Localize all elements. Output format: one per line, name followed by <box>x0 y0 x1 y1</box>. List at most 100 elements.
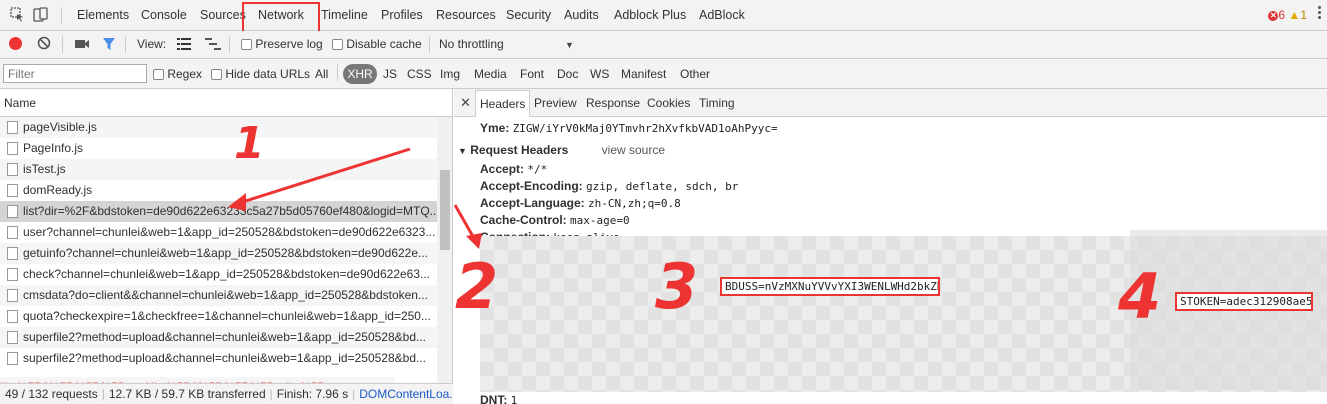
scrollbar-thumb[interactable] <box>440 170 450 250</box>
type-filter-all[interactable]: All <box>315 67 328 81</box>
header-row: Accept: */* <box>480 162 548 176</box>
request-row[interactable]: pageVisible.js <box>0 117 437 138</box>
request-rows: pageVisible.js PageInfo.js isTest.js domRea… <box>0 117 452 383</box>
request-row[interactable]: PageInfo.js <box>0 138 437 159</box>
type-filter-img[interactable]: Img <box>440 67 460 81</box>
error-icon: ✕ <box>1268 10 1279 21</box>
status-bar: 49 / 132 requests | 12.7 KB / 59.7 KB tran… <box>0 383 453 404</box>
tab-response[interactable]: Response <box>586 96 640 110</box>
request-row[interactable]: list?dir=%2F&bdstoken=de90d622e63233c5a2… <box>0 201 437 222</box>
file-icon <box>7 163 18 176</box>
device-mode-icon[interactable] <box>33 7 49 25</box>
tab-console[interactable]: Console <box>141 8 187 22</box>
waterfall-overview-icon[interactable] <box>205 38 221 53</box>
disclosure-triangle-icon: ▼ <box>458 146 467 156</box>
file-icon <box>7 142 18 155</box>
request-headers-section[interactable]: ▼ Request Headers view source <box>458 143 665 157</box>
preserve-log-toggle[interactable]: Preserve log <box>241 37 323 51</box>
preserve-log-checkbox[interactable] <box>241 39 252 51</box>
close-detail-icon[interactable]: ✕ <box>460 95 471 111</box>
tab-preview[interactable]: Preview <box>534 96 577 110</box>
filter-bar: Regex Hide data URLs All JS CSS Img Medi… <box>0 59 1327 89</box>
dom-content-loaded: DOMContentLoa... <box>359 387 453 401</box>
hide-data-urls-toggle[interactable]: Hide data URLs <box>211 67 310 81</box>
type-filter-doc[interactable]: Doc <box>557 67 578 81</box>
tab-adblock[interactable]: AdBlock <box>699 8 745 22</box>
tab-sources[interactable]: Sources <box>200 8 246 22</box>
request-row[interactable]: check?channel=chunlei&web=1&app_id=25052… <box>0 264 437 285</box>
tab-elements[interactable]: Elements <box>77 8 129 22</box>
type-filter-other[interactable]: Other <box>680 67 710 81</box>
tab-audits[interactable]: Audits <box>564 8 599 22</box>
request-name: domReady.js <box>23 183 93 197</box>
request-row[interactable]: user?channel=chunlei&web=1&app_id=250528… <box>0 222 437 243</box>
capture-screenshots-icon[interactable] <box>74 38 90 53</box>
hide-data-urls-checkbox[interactable] <box>211 69 222 81</box>
type-filter-manifest[interactable]: Manifest <box>621 67 666 81</box>
header-row: Cache-Control: max-age=0 <box>480 213 630 227</box>
request-row[interactable]: superfile2?method=upload&channel=chunlei… <box>0 348 437 369</box>
disable-cache-checkbox[interactable] <box>332 39 343 51</box>
file-icon <box>7 352 18 365</box>
request-row[interactable]: isTest.js <box>0 159 437 180</box>
large-rows-icon[interactable] <box>177 38 191 53</box>
request-name: getuinfo?channel=chunlei&web=1&app_id=25… <box>23 246 429 260</box>
request-name: pageVisible.js <box>23 120 97 134</box>
request-list-scrollbar[interactable] <box>437 117 452 383</box>
error-counter[interactable]: ✕ 6 <box>1268 8 1285 22</box>
type-filter-js[interactable]: JS <box>383 67 397 81</box>
view-source-link[interactable]: view source <box>602 143 665 157</box>
file-icon <box>7 310 18 323</box>
regex-toggle[interactable]: Regex <box>153 67 202 81</box>
request-row[interactable]: cmsdata?do=client&&channel=chunlei&web=1… <box>0 285 437 306</box>
filter-icon[interactable] <box>102 37 116 54</box>
request-row[interactable]: superfile2?method=upload&channel=chunlei… <box>0 327 437 348</box>
divider <box>125 36 126 53</box>
type-filter-ws[interactable]: WS <box>590 67 609 81</box>
stoken-token-highlight: STOKEN=adec312908ae5801 <box>1175 292 1313 311</box>
request-name: user?channel=chunlei&web=1&app_id=250528… <box>23 225 436 239</box>
request-row[interactable]: quota?checkexpire=1&checkfree=1&channel=… <box>0 306 437 327</box>
tab-headers[interactable]: Headers <box>475 90 531 117</box>
warning-counter[interactable]: ▲1 <box>1288 8 1307 22</box>
inspect-element-icon[interactable] <box>10 7 25 25</box>
request-detail-tabs: ✕ Headers Preview Response Cookies Timin… <box>454 89 1327 117</box>
disable-cache-toggle[interactable]: Disable cache <box>332 37 422 51</box>
request-count: 49 / 132 requests <box>5 387 98 401</box>
more-options-icon[interactable] <box>1318 6 1322 21</box>
record-icon[interactable] <box>9 37 22 50</box>
tab-security[interactable]: Security <box>506 8 551 22</box>
request-name: check?channel=chunlei&web=1&app_id=25052… <box>23 267 431 281</box>
file-icon <box>7 268 18 281</box>
type-filter-css[interactable]: CSS <box>407 67 432 81</box>
type-filter-media[interactable]: Media <box>474 67 507 81</box>
warning-icon: ▲ <box>1288 8 1301 22</box>
tab-timing[interactable]: Timing <box>699 96 735 110</box>
clear-icon[interactable] <box>37 36 51 53</box>
request-name: list?dir=%2F&bdstoken=de90d622e63233c5a2… <box>23 204 437 218</box>
name-column-header[interactable]: Name <box>0 89 452 117</box>
file-icon <box>7 226 18 239</box>
file-icon <box>7 205 18 218</box>
filter-input[interactable] <box>3 64 147 83</box>
throttling-select[interactable]: No throttling ▼ <box>439 37 574 51</box>
request-row[interactable]: getuinfo?channel=chunlei&web=1&app_id=25… <box>0 243 437 264</box>
type-filter-font[interactable]: Font <box>520 67 544 81</box>
request-name: isTest.js <box>23 162 66 176</box>
tab-cookies[interactable]: Cookies <box>647 96 690 110</box>
type-filter-xhr[interactable]: XHR <box>343 64 377 84</box>
tab-resources[interactable]: Resources <box>436 8 496 22</box>
request-row[interactable]: domReady.js <box>0 180 437 201</box>
divider <box>429 36 430 53</box>
tab-timeline[interactable]: Timeline <box>321 8 368 22</box>
header-row-yme: Yme: ZIGW/iYrV0kMaj0YTmvhr2hXvfkbVAD1oAh… <box>480 121 778 135</box>
devtools-tab-bar: Elements Console Sources Network Timelin… <box>0 0 1327 31</box>
tab-adblock-plus[interactable]: Adblock Plus <box>614 8 686 22</box>
annotation-4: 4 <box>1118 260 1162 333</box>
view-label: View: <box>137 37 167 51</box>
divider <box>229 36 230 53</box>
file-icon <box>7 331 18 344</box>
divider <box>61 7 62 24</box>
regex-checkbox[interactable] <box>153 69 164 81</box>
tab-profiles[interactable]: Profiles <box>381 8 423 22</box>
